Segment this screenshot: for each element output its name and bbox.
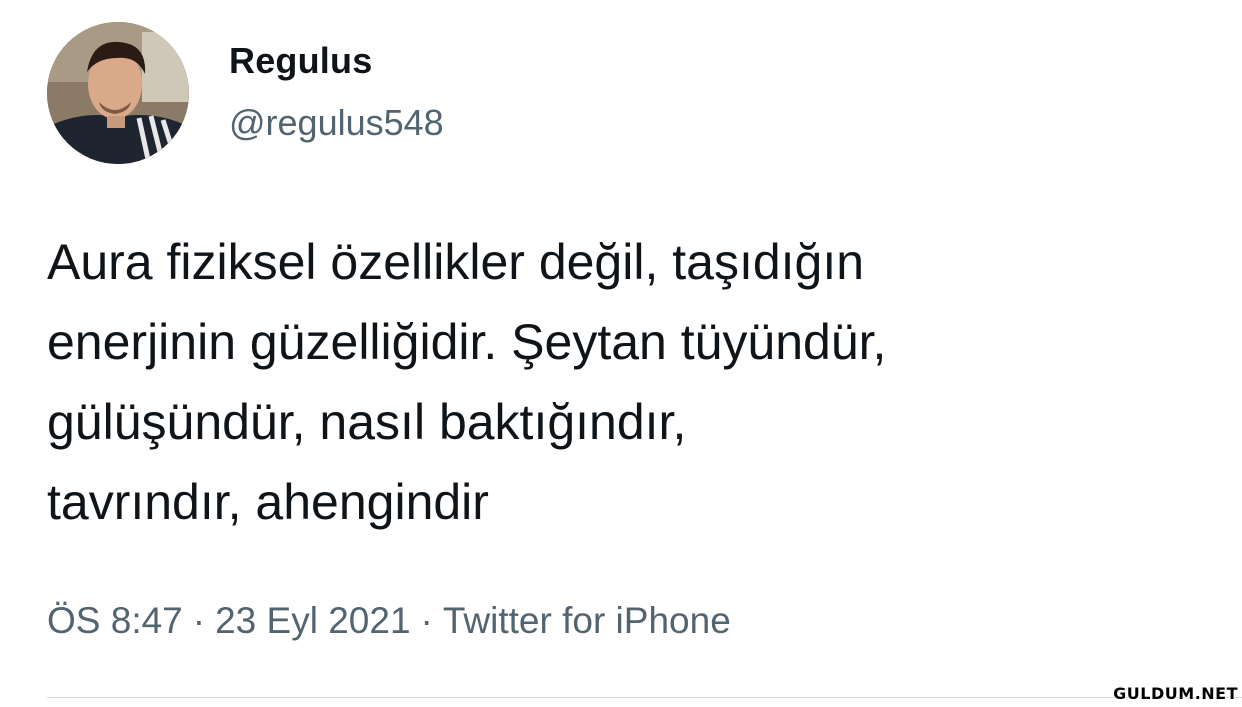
tweet-text-line: gülüşündür, nasıl baktığındır, (47, 394, 687, 450)
tweet-text-line: Aura fiziksel özellikler değil, taşıdığı… (47, 234, 865, 290)
watermark-logo: GULDUM.NET (1113, 684, 1238, 703)
avatar[interactable] (47, 22, 189, 164)
meta-separator: · (420, 600, 433, 641)
meta-separator: · (192, 600, 206, 641)
profile-photo-icon (47, 22, 189, 164)
tweet-card: Regulus @regulus548 Aura fiziksel özelli… (0, 0, 1242, 707)
tweet-text: Aura fiziksel özellikler değil, taşıdığı… (47, 222, 1207, 542)
tweet-text-line: enerjinin güzelliğidir. Şeytan tüyündür, (47, 314, 887, 370)
user-handle[interactable]: @regulus548 (229, 102, 444, 144)
tweet-text-line: tavrındır, ahengindir (47, 474, 489, 530)
display-name[interactable]: Regulus (229, 40, 372, 82)
tweet-date[interactable]: 23 Eyl 2021 (215, 600, 410, 641)
tweet-metadata: ÖS 8:47 · 23 Eyl 2021 · Twitter for iPhone (47, 600, 731, 642)
tweet-time[interactable]: ÖS 8:47 (47, 600, 183, 641)
tweet-source[interactable]: Twitter for iPhone (443, 600, 731, 641)
divider (47, 697, 1242, 698)
